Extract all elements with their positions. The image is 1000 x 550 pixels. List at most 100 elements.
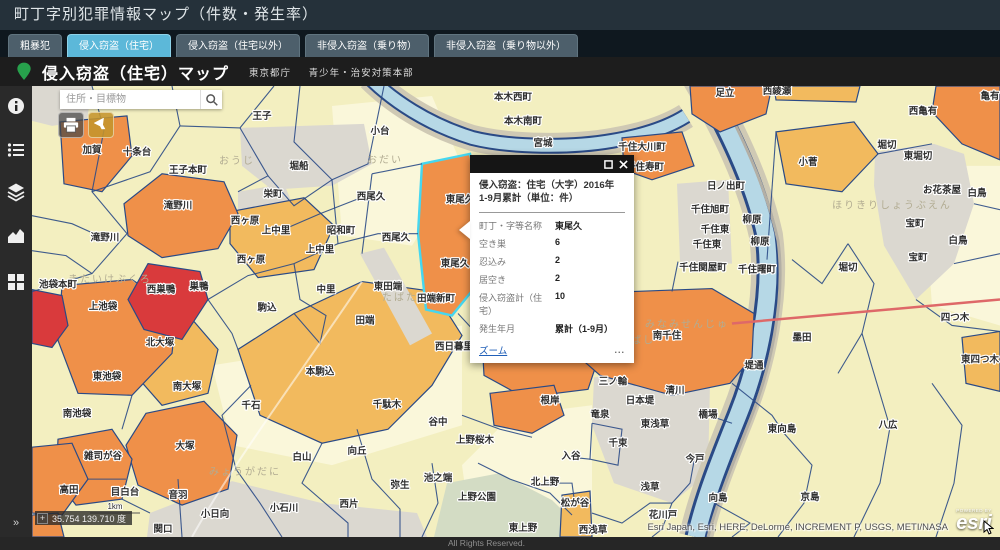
- chart-icon-button[interactable]: [6, 226, 26, 246]
- basemap-label: ほりきりしょうぶえん: [832, 200, 952, 212]
- print-button[interactable]: [58, 112, 84, 138]
- map-label: 西ヶ原: [231, 216, 260, 227]
- info-icon: [6, 96, 26, 116]
- layers-icon: [6, 182, 26, 202]
- search-input[interactable]: [60, 90, 200, 109]
- map-label: 滝野川: [91, 232, 119, 244]
- map-label: 池之端: [424, 472, 453, 484]
- zoom-to-link[interactable]: ズーム: [479, 343, 507, 357]
- map-label: 橋場: [699, 408, 718, 420]
- basemap-label: おだい: [367, 154, 403, 166]
- map-label: 加賀: [82, 144, 102, 156]
- chart-icon: [6, 226, 26, 246]
- map-label: 千住大川町: [618, 141, 666, 153]
- map-label: 東池袋: [92, 370, 122, 382]
- popup-row: 空き巣6: [479, 237, 625, 250]
- map-label: 谷中: [429, 416, 448, 428]
- map-label: 東浅草: [640, 418, 670, 430]
- map-subtitle: 東京都庁 青少年・治安対策本部: [249, 65, 414, 79]
- popup-attribute-rows: 町丁・字等名称東尾久空き巣6忍込み2居空き2侵入窃盗計（住宅）10発生年月累計（…: [479, 219, 625, 335]
- map-label: 東向島: [767, 423, 797, 435]
- popup-title: 侵入窃盗：住宅（大字）2016年 1-9月累計（単位：件）: [479, 180, 625, 213]
- map-label: 西日暮里: [435, 340, 473, 352]
- map-label: 八広: [878, 419, 898, 431]
- popup-more-button[interactable]: ...: [614, 345, 625, 355]
- map-label: 小日向: [200, 508, 229, 520]
- popup-row-label: 侵入窃盗計（住宅）: [479, 291, 555, 317]
- map-label: 上池袋: [89, 301, 118, 313]
- layers-icon-button[interactable]: [6, 182, 26, 202]
- basemap-label: たばた: [382, 292, 418, 304]
- footer-bar: All Rights Reserved.: [0, 537, 1000, 550]
- map-label: 向島: [709, 492, 728, 504]
- map-label: 今戸: [685, 453, 705, 465]
- map-label: 花川戸: [649, 509, 678, 521]
- map-label: 王子: [253, 111, 272, 122]
- map-label: 南大塚: [173, 380, 202, 392]
- sidebar-collapse-button[interactable]: »: [0, 517, 32, 529]
- map-label: 西尾久: [357, 191, 386, 203]
- map-label: 栄町: [263, 188, 283, 200]
- filter-button[interactable]: [88, 112, 114, 138]
- map-label: お花茶屋: [923, 184, 961, 196]
- search-button[interactable]: [200, 90, 222, 109]
- map-label: 池袋本町: [39, 279, 77, 291]
- map-label: 入谷: [562, 450, 581, 462]
- map-label: 西片: [340, 498, 359, 510]
- tab-5[interactable]: 非侵入窃盗（乗り物以外）: [434, 34, 578, 57]
- map-label: 滝野川: [164, 200, 192, 212]
- map-label: 田端新町: [417, 293, 455, 305]
- map-label: 日本堤: [626, 394, 655, 406]
- basemap-grid-icon: [6, 272, 26, 292]
- map-label: 巣鴨: [189, 281, 209, 293]
- sidebar: »: [0, 86, 32, 537]
- map-label: 東尾久: [440, 258, 470, 270]
- popup-maximize-button[interactable]: [604, 160, 613, 169]
- basemap-label: きたいけぶくろ: [68, 274, 152, 286]
- page-title: 町丁字別犯罪情報マップ（件数・発生率）: [14, 6, 318, 23]
- tab-3[interactable]: 侵入窃盗（住宅以外）: [176, 34, 300, 57]
- basemap-label: おうじ: [219, 155, 255, 167]
- info-icon-button[interactable]: [6, 96, 26, 116]
- popup-row-label: 町丁・字等名称: [479, 219, 555, 232]
- map-label: 千束: [609, 437, 628, 449]
- map-label: 関口: [154, 524, 173, 535]
- map-label: 足立: [716, 87, 735, 99]
- map-label: 目白台: [111, 486, 140, 498]
- map-label: 宝町: [909, 252, 928, 264]
- map-label: 本木西町: [494, 91, 532, 103]
- tab-1[interactable]: 粗暴犯: [8, 34, 62, 57]
- coordinate-readout: + 35.754 139.710 度: [35, 511, 132, 525]
- tab-2[interactable]: 侵入窃盗（住宅）: [67, 34, 171, 57]
- map-label: 松が谷: [561, 497, 590, 509]
- map-label: 白鳥: [968, 187, 987, 199]
- tab-4[interactable]: 非侵入窃盗（乗り物）: [305, 34, 429, 57]
- map-label: 堀切: [878, 139, 897, 151]
- popup-footer: ズーム ...: [479, 343, 625, 357]
- tab-bar: 粗暴犯侵入窃盗（住宅）侵入窃盗（住宅以外）非侵入窃盗（乗り物）非侵入窃盗（乗り物…: [0, 30, 1000, 57]
- rights-label: All Rights Reserved.: [448, 538, 525, 548]
- popup-body: 侵入窃盗：住宅（大字）2016年 1-9月累計（単位：件） 町丁・字等名称東尾久…: [470, 173, 634, 363]
- map-label: 千住旭町: [691, 204, 729, 216]
- map-label: 弥生: [391, 479, 410, 491]
- map-label: 柳原: [751, 236, 770, 248]
- popup-row: 居空き2: [479, 273, 625, 286]
- close-icon: [619, 160, 628, 169]
- map-label: 白山: [293, 451, 312, 463]
- map-header: 侵入窃盗（住宅）マップ 東京都庁 青少年・治安対策本部: [0, 57, 1000, 86]
- map-label: 中里: [317, 284, 336, 296]
- crosshair-icon[interactable]: +: [37, 513, 48, 524]
- map-label: 白鳥: [949, 235, 968, 247]
- map-label: 四つ木: [941, 311, 970, 323]
- maximize-icon: [604, 160, 613, 169]
- search-box: [60, 90, 222, 109]
- map-label: 南千住: [653, 329, 682, 341]
- map-label: 墨田: [793, 332, 812, 343]
- map-label: 千駄木: [373, 398, 402, 410]
- popup-close-button[interactable]: [619, 160, 628, 169]
- legend-list-icon-button[interactable]: [6, 140, 26, 160]
- map-label: 西綾瀬: [763, 86, 792, 97]
- basemap-grid-icon-button[interactable]: [6, 272, 26, 292]
- popup-titlebar: [470, 155, 634, 173]
- map-canvas[interactable]: おうじおだいたばたみかわしまみのわばしみなみせんじゅみょうがだにほりきりしょうぶ…: [32, 86, 1000, 537]
